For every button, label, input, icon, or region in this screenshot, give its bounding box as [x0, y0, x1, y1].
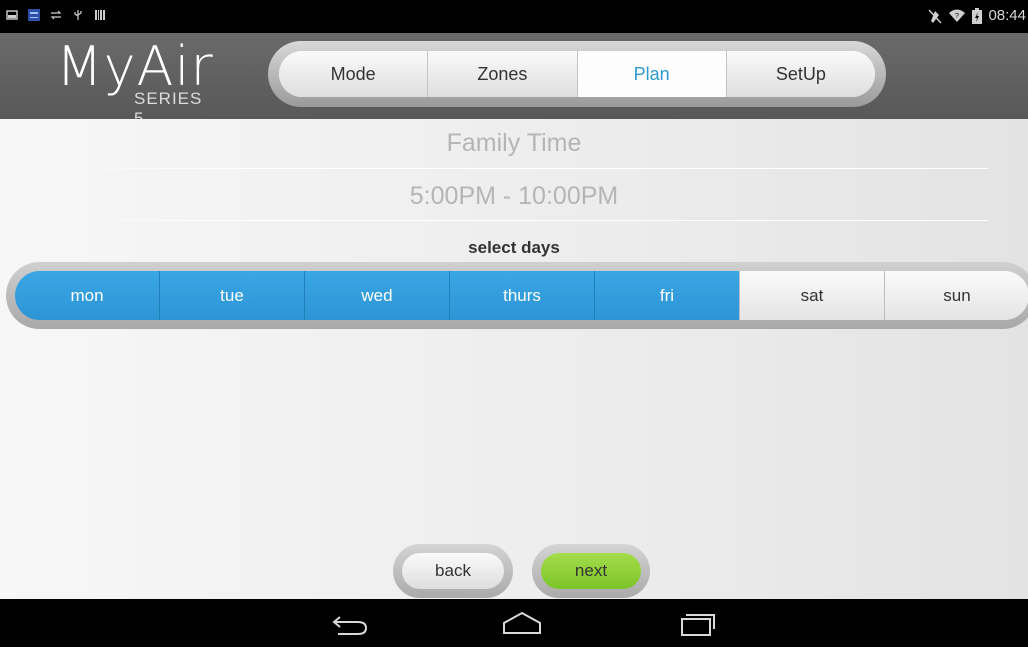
- sync-icon: [50, 10, 62, 20]
- clock: 08:44: [988, 7, 1026, 24]
- divider: [40, 220, 988, 221]
- app-header: MyAir SERIES 5 Mode Zones Plan SetUp: [0, 33, 1028, 129]
- status-bar: ? 08:44: [0, 0, 1028, 33]
- day-wed[interactable]: wed: [304, 271, 449, 320]
- day-tue[interactable]: tue: [159, 271, 304, 320]
- day-selector-container: mon tue wed thurs fri sat sun: [6, 262, 1028, 329]
- screenshot-icon: [6, 10, 18, 20]
- status-left-icons: [6, 9, 106, 21]
- day-mon[interactable]: mon: [15, 271, 159, 320]
- next-button[interactable]: next: [541, 553, 641, 589]
- home-icon[interactable]: [500, 609, 544, 637]
- day-sun[interactable]: sun: [884, 271, 1028, 320]
- tab-zones[interactable]: Zones: [427, 51, 577, 97]
- back-button[interactable]: back: [402, 553, 504, 589]
- plan-time-range[interactable]: 5:00PM - 10:00PM: [0, 182, 1028, 211]
- day-sat[interactable]: sat: [739, 271, 884, 320]
- plan-editor: Family Time 5:00PM - 10:00PM select days…: [0, 119, 1028, 599]
- mute-icon: [928, 9, 942, 23]
- day-thurs[interactable]: thurs: [449, 271, 594, 320]
- usb-icon: [74, 10, 82, 20]
- select-days-label: select days: [468, 238, 560, 257]
- plan-name[interactable]: Family Time: [0, 129, 1028, 158]
- svg-text:?: ?: [956, 13, 960, 20]
- barcode-icon: [95, 10, 105, 20]
- battery-icon: [972, 7, 983, 24]
- next-button-frame: next: [532, 544, 650, 598]
- back-button-frame: back: [393, 544, 513, 598]
- day-selector: mon tue wed thurs fri sat sun: [15, 271, 1028, 320]
- main-tabs-container: Mode Zones Plan SetUp: [268, 41, 886, 107]
- tab-setup[interactable]: SetUp: [725, 51, 875, 97]
- tab-mode[interactable]: Mode: [279, 51, 428, 97]
- main-tabs: Mode Zones Plan SetUp: [279, 51, 875, 97]
- recent-apps-icon[interactable]: [676, 609, 720, 637]
- back-icon[interactable]: [330, 609, 370, 637]
- tab-plan[interactable]: Plan: [576, 51, 726, 97]
- day-fri[interactable]: fri: [594, 271, 739, 320]
- divider: [40, 168, 988, 169]
- status-right: ? 08:44: [928, 7, 1026, 24]
- logo-text: MyAir: [56, 35, 214, 98]
- system-nav-bar: [0, 599, 1028, 647]
- myair-logo: MyAir SERIES 5: [56, 35, 214, 129]
- wifi-icon: ?: [949, 9, 966, 22]
- app-notification-icon: [28, 9, 40, 21]
